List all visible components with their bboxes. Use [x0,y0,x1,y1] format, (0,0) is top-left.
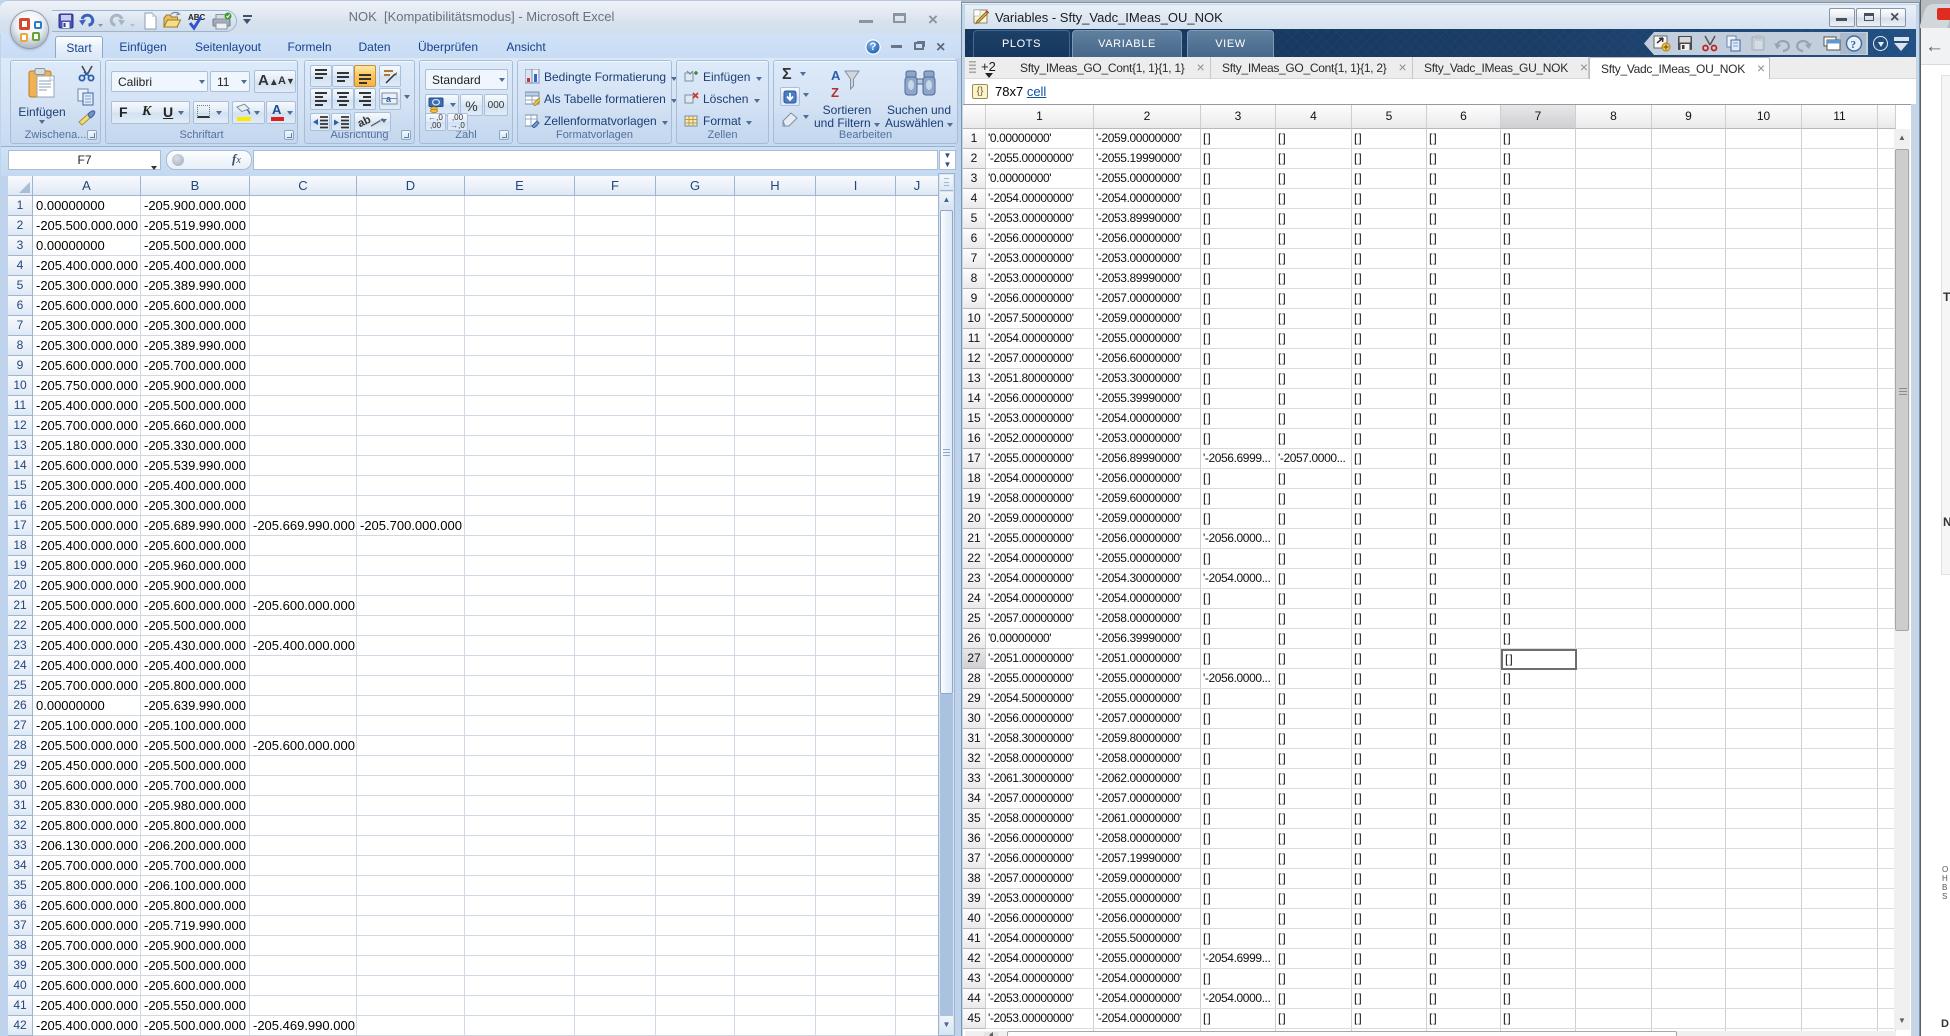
svg-text:ab: ab [358,114,373,130]
svg-text:?: ? [1851,39,1857,51]
svg-text:Z: Z [831,85,839,100]
svg-text:A: A [831,68,841,83]
